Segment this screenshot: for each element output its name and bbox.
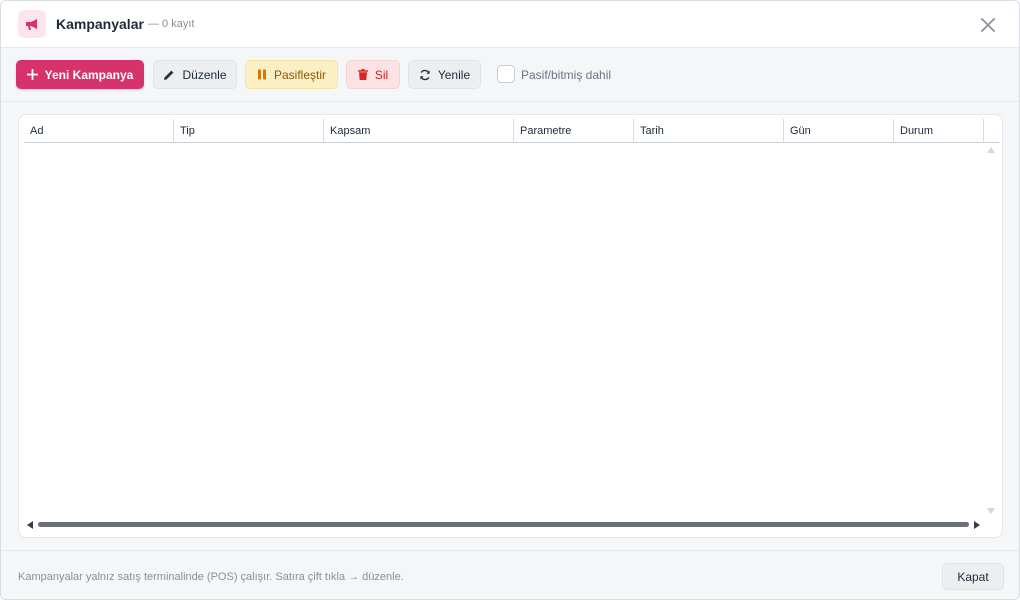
refresh-button[interactable]: Yenile <box>408 60 481 89</box>
column-header-date[interactable]: Tarih <box>634 119 784 143</box>
trash-icon <box>357 69 368 80</box>
new-campaign-button[interactable]: Yeni Kampanya <box>16 60 144 89</box>
include-inactive-checkbox[interactable] <box>497 65 515 83</box>
edit-button[interactable]: Düzenle <box>153 60 237 89</box>
plus-icon <box>26 69 38 80</box>
page-title: Kampanyalar <box>56 16 144 32</box>
dialog-footer: Kampanyalar yalnız satış terminalinde (P… <box>1 550 1019 599</box>
column-header-day[interactable]: Gün <box>784 119 894 143</box>
deactivate-label: Pasifleştir <box>273 67 326 82</box>
deactivate-button[interactable]: Pasifleştir <box>245 60 338 89</box>
close-button[interactable]: Kapat <box>942 563 1004 590</box>
column-header-status[interactable]: Durum <box>894 119 984 143</box>
scroll-left-arrow-icon[interactable] <box>25 520 35 530</box>
delete-button[interactable]: Sil <box>346 60 400 89</box>
horizontal-scrollbar[interactable] <box>25 520 983 530</box>
table-header: Ad Tip Kapsam Parametre Tarih Gün Durum <box>24 119 999 143</box>
edit-label: Düzenle <box>182 67 227 82</box>
scroll-down-arrow-icon[interactable] <box>985 506 997 516</box>
new-campaign-label: Yeni Kampanya <box>44 67 134 82</box>
scroll-up-arrow-icon[interactable] <box>985 145 997 155</box>
delete-label: Sil <box>374 67 389 82</box>
pause-icon <box>257 69 266 80</box>
close-icon[interactable] <box>977 14 999 36</box>
scroll-right-arrow-icon[interactable] <box>972 520 982 530</box>
megaphone-icon <box>18 10 46 38</box>
horizontal-scrollbar-thumb[interactable] <box>38 522 969 527</box>
refresh-icon <box>420 69 430 80</box>
column-header-name[interactable]: Ad <box>24 119 174 143</box>
column-header-parameter[interactable]: Parametre <box>514 119 634 143</box>
campaigns-dialog: Kampanyalar — 0 kayıt Yeni Kampanya Düze… <box>0 0 1020 600</box>
campaigns-table[interactable]: Ad Tip Kapsam Parametre Tarih Gün Durum <box>18 114 1003 538</box>
toolbar: Yeni Kampanya Düzenle Pasifleştir Sil Ye… <box>1 48 1019 102</box>
record-count: — 0 kayıt <box>148 18 195 30</box>
refresh-label: Yenile <box>437 67 471 82</box>
include-inactive-label[interactable]: Pasif/bitmiş dahil <box>521 68 611 82</box>
dialog-header: Kampanyalar — 0 kayıt <box>1 1 1019 48</box>
column-header-scope[interactable]: Kapsam <box>324 119 514 143</box>
pencil-icon <box>164 70 174 80</box>
column-header-type[interactable]: Tip <box>174 119 324 143</box>
footer-note: Kampanyalar yalnız satış terminalinde (P… <box>18 571 404 583</box>
